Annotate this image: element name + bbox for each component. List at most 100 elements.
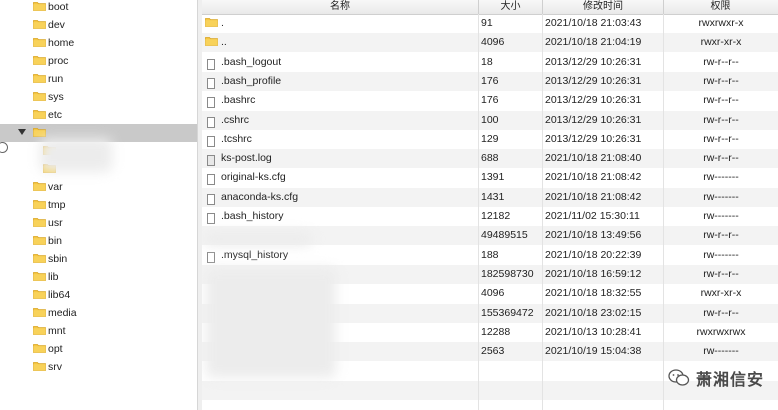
file-modified: 2021/10/18 23:02:15 <box>545 306 642 319</box>
tree-item-label: home <box>48 37 75 49</box>
file-row[interactable]: .bashrc 176 2013/12/29 10:26:31 rw-r--r-- <box>202 91 778 110</box>
column-divider <box>663 14 664 410</box>
folder-icon <box>33 361 46 371</box>
file-permissions: rw-r--r-- <box>703 74 739 87</box>
tree-item[interactable]: sys <box>0 88 197 106</box>
folder-icon <box>33 217 46 227</box>
file-size: 12182 <box>481 210 511 222</box>
tree-item[interactable]: var <box>0 178 197 196</box>
file-permissions: rwxr-xr-x <box>700 287 742 300</box>
folder-icon <box>33 325 46 335</box>
tree-item-label: bin <box>48 235 63 247</box>
tree-item-label: usr <box>48 217 63 229</box>
tree-item[interactable]: bin <box>0 232 197 250</box>
file-size: 1391 <box>481 171 505 184</box>
file-modified: 2013/12/29 10:26:31 <box>545 94 642 107</box>
file-icon <box>205 133 217 147</box>
tree-item[interactable]: dev <box>0 16 197 34</box>
tree-item[interactable]: mnt <box>0 322 197 340</box>
file-row[interactable]: .. 4096 2021/10/18 21:04:19 rwxr-xr-x <box>202 33 778 53</box>
column-header-size[interactable]: 大小 <box>479 0 543 14</box>
tree-item[interactable]: lib <box>0 268 197 286</box>
tree-item[interactable]: srv <box>0 358 197 376</box>
file-size: 12288 <box>481 325 511 338</box>
tree-item-label: opt <box>48 343 63 355</box>
file-name: .tcshrc <box>221 132 252 145</box>
folder-icon <box>33 91 46 101</box>
watermark-text: 萧湘信安 <box>695 372 764 389</box>
file-modified: 2013/12/29 10:26:31 <box>545 113 642 126</box>
file-size: 4096 <box>481 287 505 300</box>
file-icon <box>205 171 217 186</box>
file-row[interactable]: .cshrc 100 2013/12/29 10:26:31 rw-r--r-- <box>202 110 778 130</box>
file-icon <box>205 56 217 70</box>
file-row[interactable]: . 91 2021/10/18 21:03:43 rwxrwxr-x <box>202 14 778 33</box>
file-row[interactable]: .bash_profile 176 2013/12/29 10:26:31 rw-r-… <box>202 71 778 91</box>
file-permissions: rw-r--r-- <box>703 229 739 242</box>
file-row[interactable]: .tcshrc 129 2013/12/29 10:26:31 rw-r--r-- <box>202 130 778 149</box>
file-row[interactable]: .bash_logout 18 2013/12/29 10:26:31 rw-r--r… <box>202 53 778 72</box>
file-permissions: rwxrwxr-x <box>698 17 744 29</box>
file-list[interactable]: 名称 大小 修改时间 权限 . 91 2021/10/18 21:03:43 rwxr… <box>202 0 778 410</box>
directory-tree[interactable]: boot dev home proc run sys etc var tmp usr bin sbin… <box>0 0 198 410</box>
file-modified: 2021/11/02 15:30:11 <box>545 210 640 222</box>
tree-item-label: dev <box>48 19 65 31</box>
empty-row <box>202 400 778 410</box>
tree-item[interactable]: tmp <box>0 196 197 214</box>
column-header-permissions[interactable]: 权限 <box>664 0 777 14</box>
file-modified: 2021/10/18 13:49:56 <box>545 229 642 242</box>
file-permissions: rw-r--r-- <box>703 55 739 68</box>
tree-item[interactable]: opt <box>0 340 197 358</box>
tree-item[interactable]: proc <box>0 52 197 70</box>
tree-item[interactable]: run <box>0 70 197 88</box>
tree-item-label: tmp <box>48 199 66 211</box>
file-size: 100 <box>481 113 499 126</box>
tree-item[interactable]: lib64 <box>0 286 197 304</box>
file-row[interactable]: ks-post.log 688 2021/10/18 21:08:40 rw-r--r… <box>202 149 778 169</box>
folder-icon <box>33 19 46 29</box>
file-permissions: rw------- <box>703 345 739 358</box>
file-modified: 2021/10/18 21:08:42 <box>545 190 642 203</box>
file-icon <box>205 210 217 224</box>
folder-icon <box>33 73 46 83</box>
column-divider <box>542 14 543 410</box>
file-modified: 2021/10/18 21:08:42 <box>545 171 642 184</box>
column-divider <box>478 14 479 410</box>
file-row[interactable]: .mysql_history 188 2021/10/18 20:22:39 rw--… <box>202 246 778 265</box>
file-size: 91 <box>481 17 493 29</box>
file-row[interactable]: original-ks.cfg 1391 2021/10/18 21:08:42 rw… <box>202 168 778 187</box>
tree-item[interactable]: boot <box>0 0 197 16</box>
tree-item[interactable]: etc <box>0 106 197 124</box>
redacted-area <box>204 232 312 246</box>
file-name: .cshrc <box>221 113 250 126</box>
file-row[interactable]: anaconda-ks.cfg 1431 2021/10/18 21:08:42 rw… <box>202 187 778 207</box>
file-name: original-ks.cfg <box>221 171 286 184</box>
file-name: .bashrc <box>221 94 256 107</box>
tree-item-label: mnt <box>48 325 66 337</box>
file-permissions: rwxrwxrwx <box>696 325 746 338</box>
file-name: . <box>221 17 224 29</box>
file-modified: 2021/10/13 10:28:41 <box>545 325 642 338</box>
file-modified: 2021/10/18 18:32:55 <box>545 287 642 300</box>
column-header-name[interactable]: 名称 <box>202 0 479 14</box>
tree-item-label: srv <box>48 361 62 373</box>
file-size: 49489515 <box>481 229 528 242</box>
expand-arrow-icon[interactable] <box>18 129 26 135</box>
tree-item[interactable]: media <box>0 304 197 322</box>
file-permissions: rw------- <box>703 248 739 261</box>
tree-item[interactable]: sbin <box>0 250 197 268</box>
watermark: 萧湘信安 <box>668 368 764 389</box>
file-permissions: rw------- <box>703 210 739 222</box>
file-name: .bash_profile <box>221 74 282 87</box>
file-modified: 2021/10/18 16:59:12 <box>545 267 642 280</box>
file-icon <box>205 191 217 205</box>
column-header-modified[interactable]: 修改时间 <box>543 0 664 14</box>
file-row[interactable]: .bash_history 12182 2021/11/02 15:30:11 rw-… <box>202 207 778 226</box>
file-name: .mysql_history <box>221 248 289 261</box>
tree-item-label: var <box>48 181 63 193</box>
file-size: 176 <box>481 74 499 87</box>
folder-icon <box>33 127 46 137</box>
tree-item[interactable]: usr <box>0 214 197 232</box>
tree-item[interactable]: home <box>0 34 197 52</box>
file-size: 1431 <box>481 190 505 203</box>
